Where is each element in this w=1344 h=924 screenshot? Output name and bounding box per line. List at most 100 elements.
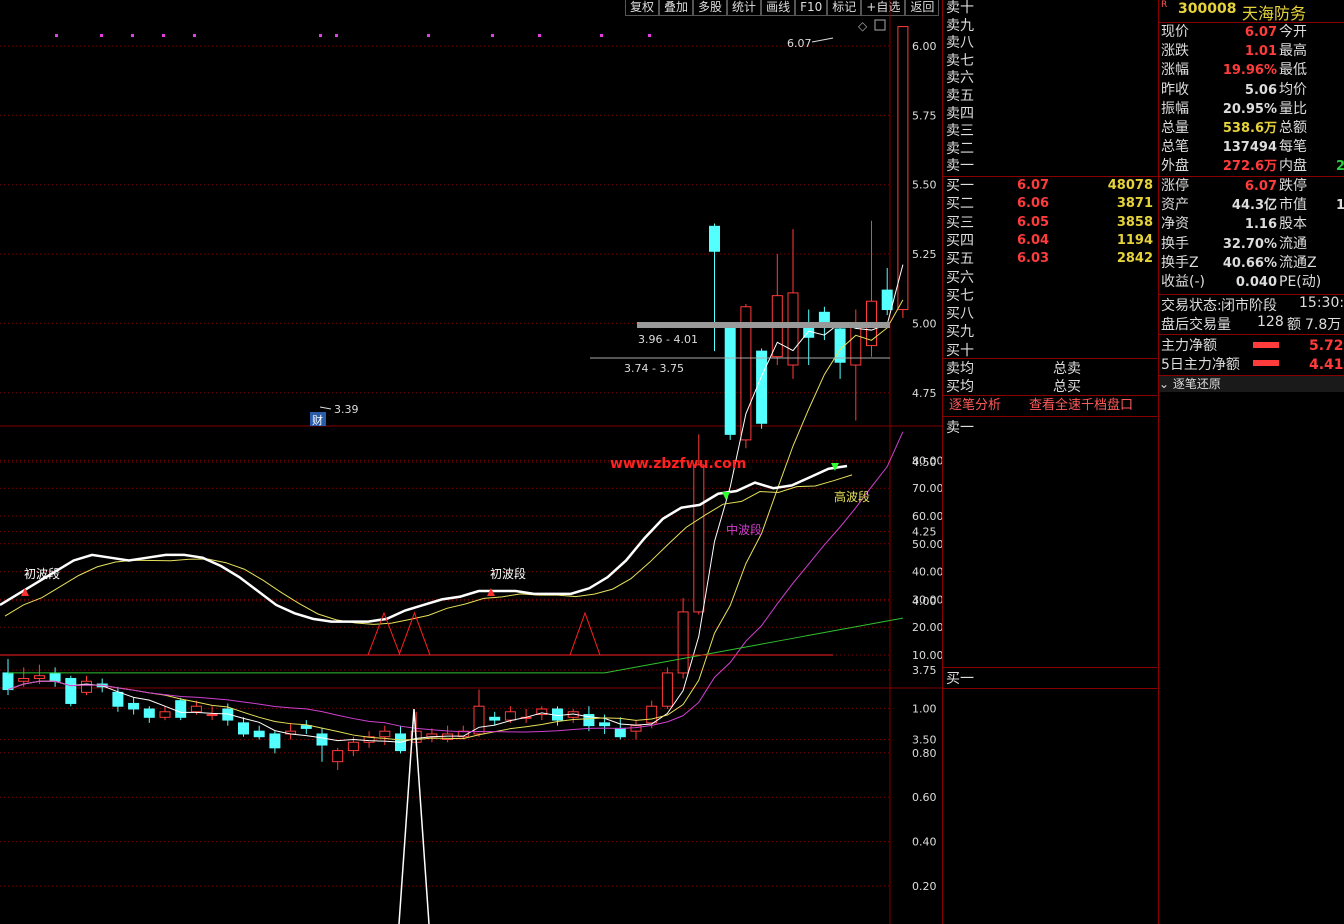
main5-net-bar bbox=[1253, 360, 1279, 366]
ind2-tick: 0.20 bbox=[912, 880, 937, 893]
signal-dot bbox=[55, 34, 58, 37]
quote-key-2: 跌停 bbox=[1279, 178, 1307, 194]
ind-tick: 70.00 bbox=[912, 482, 942, 495]
quote-key-2: 量比 bbox=[1279, 100, 1307, 117]
level-label: 卖八 bbox=[946, 35, 974, 52]
quote-value: 32.70% bbox=[1222, 236, 1277, 252]
total-sell-label: 总卖 bbox=[1053, 361, 1081, 377]
quote-value: 1.16 bbox=[1244, 217, 1277, 233]
level-label: 买一 bbox=[946, 178, 974, 194]
candle-body bbox=[112, 691, 124, 707]
buy-level: 买九 bbox=[943, 323, 1157, 341]
quote-value: 20.95% bbox=[1222, 101, 1277, 117]
buy-level: 买五 6.03 2842 bbox=[943, 250, 1157, 268]
kline-chart[interactable]: 6.005.755.505.255.004.754.504.254.003.75… bbox=[0, 0, 942, 924]
quote-row: 总笔 137494 每笔 bbox=[1159, 138, 1344, 157]
status-label: 交易状态: bbox=[1161, 298, 1222, 314]
total-buy-label: 总买 bbox=[1053, 379, 1081, 395]
tab-zhubi-analysis[interactable]: 逐笔分析 bbox=[949, 396, 1001, 416]
buy-level: 买二 6.06 3871 bbox=[943, 195, 1157, 213]
signal-dot bbox=[335, 34, 338, 37]
buy-level: 买八 bbox=[943, 305, 1157, 323]
level-price: 6.03 bbox=[1017, 251, 1050, 267]
candle-body bbox=[834, 328, 846, 363]
candle-body bbox=[2, 672, 14, 691]
low-arrow bbox=[319, 406, 332, 410]
quote-key-2: 最低 bbox=[1279, 62, 1307, 79]
quote-key-2: 内盘 bbox=[1279, 158, 1307, 175]
level-price: 6.05 bbox=[1017, 214, 1050, 230]
box2-label: 3.74 - 3.75 bbox=[624, 362, 684, 375]
quote-value: 1.01 bbox=[1244, 44, 1277, 60]
signal-dot bbox=[193, 34, 196, 37]
candle-body bbox=[332, 750, 344, 763]
candle-body bbox=[269, 733, 281, 749]
quote-key: 净资 bbox=[1161, 216, 1189, 233]
order-book: 逐笔分析 查看全速千档盘口 卖十 卖九 卖八 卖七 卖六 卖五 卖四 卖三 卖二 卖一 买一 6.07… bbox=[942, 0, 1159, 924]
status-time: 15:30:0 bbox=[1299, 295, 1344, 311]
signal-dot bbox=[538, 34, 541, 37]
level-volume: 2842 bbox=[1116, 251, 1153, 267]
candle-body bbox=[81, 680, 92, 693]
quote-row: 振幅 20.95% 量比 bbox=[1159, 100, 1344, 119]
quote-value: 6.07 bbox=[1244, 25, 1277, 40]
candle-body bbox=[599, 722, 611, 727]
high-label: 6.07 bbox=[787, 37, 812, 50]
level-label: 卖四 bbox=[946, 105, 974, 122]
candle-body bbox=[143, 708, 155, 718]
level-label: 卖六 bbox=[946, 70, 974, 87]
wave-main-line bbox=[0, 464, 848, 623]
ind-tick: 10.00 bbox=[912, 649, 942, 662]
price-tick: 3.75 bbox=[912, 664, 937, 677]
candle-body bbox=[379, 730, 391, 738]
candle-body bbox=[49, 672, 61, 682]
quote-row: 涨幅 19.96% 最低 bbox=[1159, 61, 1344, 80]
level-label: 卖五 bbox=[946, 88, 974, 104]
ind2-tick: 1.00 bbox=[912, 702, 937, 715]
quote-key-2: 均价 bbox=[1279, 81, 1307, 98]
sell-level: 卖一 bbox=[943, 157, 1157, 175]
sell-level: 卖六 bbox=[943, 69, 1157, 87]
buy-level: 买七 bbox=[943, 287, 1157, 305]
quote-key-2: 每笔 bbox=[1279, 139, 1307, 156]
divider bbox=[943, 688, 1157, 689]
spike-marker bbox=[569, 611, 601, 656]
quote-row: 净资 1.16 股本 bbox=[1159, 215, 1344, 234]
window-icon bbox=[874, 19, 886, 31]
high-arrow bbox=[811, 37, 834, 43]
level-volume: 1194 bbox=[1116, 232, 1153, 248]
ind2-tick: 0.40 bbox=[912, 836, 937, 849]
price-tick: 4.25 bbox=[912, 525, 937, 538]
ind-tick: 40.00 bbox=[912, 566, 942, 579]
divider bbox=[943, 416, 1157, 417]
quote-value: 40.66% bbox=[1222, 255, 1277, 271]
candle-body bbox=[316, 733, 328, 746]
zhubi-restore-header[interactable]: ⌄ 逐笔还原 bbox=[1159, 376, 1344, 392]
price-tick: 5.00 bbox=[912, 317, 937, 330]
quote-key: 涨停 bbox=[1161, 178, 1189, 194]
main-net-label: 主力净额 bbox=[1161, 338, 1217, 354]
quote-value-2: 2 bbox=[1335, 159, 1344, 175]
tab-full-depth[interactable]: 查看全速千档盘口 bbox=[1029, 396, 1133, 416]
main-net-value: 5.72亿 bbox=[1309, 338, 1344, 354]
candle-body bbox=[504, 711, 516, 721]
bottom-sell-label: 卖一 bbox=[946, 420, 974, 436]
quote-key: 涨跌 bbox=[1161, 43, 1189, 60]
stock-name: 天海防务 bbox=[1242, 4, 1307, 23]
watermark: www.zbzfwu.com bbox=[610, 456, 746, 472]
quote-key-2: 最高 bbox=[1279, 43, 1307, 60]
main-net-bar bbox=[1253, 342, 1279, 348]
quote-key-2: 流通Z bbox=[1279, 254, 1317, 271]
chu-bo-duan-label-1: 初波段 bbox=[24, 566, 60, 581]
quote-value: 44.3亿 bbox=[1231, 198, 1277, 214]
diamond-icon: ◇ bbox=[858, 19, 868, 33]
gao-bo-duan-label: 高波段 bbox=[834, 489, 870, 504]
signal-dot bbox=[319, 34, 322, 37]
quote-row: 涨跌 1.01 最高 bbox=[1159, 42, 1344, 61]
level-label: 卖三 bbox=[946, 123, 974, 140]
candle-body bbox=[175, 700, 187, 718]
quote-key-2: 总额 bbox=[1279, 120, 1307, 136]
price-tick: 5.75 bbox=[912, 109, 937, 122]
candle-body bbox=[881, 289, 893, 311]
candle-body bbox=[18, 677, 30, 682]
